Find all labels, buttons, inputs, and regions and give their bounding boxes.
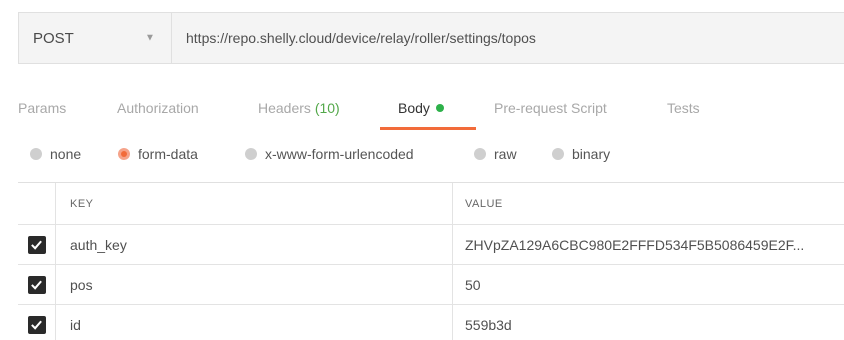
radio-icon — [30, 148, 42, 160]
tab-pre-request-script-label: Pre-request Script — [494, 100, 607, 116]
method-select[interactable]: POST ▼ — [19, 13, 172, 63]
radio-raw-label: raw — [494, 146, 517, 162]
radio-none-label: none — [50, 146, 82, 162]
tab-body[interactable]: Body — [398, 100, 444, 116]
radio-icon — [474, 148, 486, 160]
tab-tests-label: Tests — [667, 100, 700, 116]
headers-count: (10) — [314, 100, 340, 116]
radio-icon — [245, 148, 257, 160]
request-bar: POST ▼ https://repo.shelly.cloud/device/… — [18, 12, 844, 64]
tab-tests[interactable]: Tests — [667, 100, 700, 116]
tab-headers[interactable]: Headers (10) — [258, 100, 340, 116]
form-data-table: KEY VALUE auth_key ZHVpZA129A6CBC980E2FF… — [18, 182, 844, 340]
header-check-cell — [18, 183, 55, 224]
radio-icon — [552, 148, 564, 160]
chevron-down-icon: ▼ — [145, 32, 155, 44]
key-field[interactable]: id — [55, 305, 453, 340]
method-label: POST — [33, 29, 74, 47]
active-tab-underline — [380, 127, 476, 130]
table-row: pos 50 — [18, 265, 844, 305]
key-field[interactable]: auth_key — [55, 225, 453, 264]
key-column-header: KEY — [55, 183, 453, 224]
active-dot-icon — [435, 104, 444, 113]
tab-params[interactable]: Params — [18, 100, 66, 116]
row-check-cell — [18, 265, 55, 304]
tab-headers-label: Headers — [258, 100, 311, 116]
tab-pre-request-script[interactable]: Pre-request Script — [494, 100, 607, 116]
tab-authorization[interactable]: Authorization — [117, 100, 199, 116]
checkbox-checked-icon[interactable] — [27, 275, 46, 294]
body-type-options: none form-data x-www-form-urlencoded raw… — [0, 146, 844, 170]
radio-form-data-label: form-data — [138, 146, 198, 162]
radio-binary-label: binary — [572, 146, 611, 162]
radio-raw[interactable]: raw — [474, 146, 517, 162]
value-field[interactable]: ZHVpZA129A6CBC980E2FFFD534F5B5086459E2F.… — [453, 225, 844, 264]
value-column-header: VALUE — [465, 197, 503, 210]
row-check-cell — [18, 305, 55, 340]
radio-urlencoded-label: x-www-form-urlencoded — [265, 146, 414, 162]
table-header-row: KEY VALUE — [18, 183, 844, 225]
radio-x-www-form-urlencoded[interactable]: x-www-form-urlencoded — [245, 146, 414, 162]
table-row: auth_key ZHVpZA129A6CBC980E2FFFD534F5B50… — [18, 225, 844, 265]
value-field[interactable]: 559b3d — [453, 305, 844, 340]
checkbox-checked-icon[interactable] — [27, 315, 46, 334]
radio-selected-icon — [118, 148, 130, 160]
checkbox-checked-icon[interactable] — [27, 235, 46, 254]
url-input[interactable]: https://repo.shelly.cloud/device/relay/r… — [172, 13, 844, 63]
tab-authorization-label: Authorization — [117, 100, 199, 116]
table-row: id 559b3d — [18, 305, 844, 340]
radio-form-data[interactable]: form-data — [118, 146, 198, 162]
value-field[interactable]: 50 — [453, 265, 844, 304]
row-check-cell — [18, 225, 55, 264]
radio-none[interactable]: none — [30, 146, 81, 162]
request-tabs: Params Authorization Headers (10) Body P… — [0, 80, 844, 132]
key-field[interactable]: pos — [55, 265, 453, 304]
tab-params-label: Params — [18, 100, 67, 116]
radio-binary[interactable]: binary — [552, 146, 610, 162]
tab-body-label: Body — [398, 100, 430, 116]
